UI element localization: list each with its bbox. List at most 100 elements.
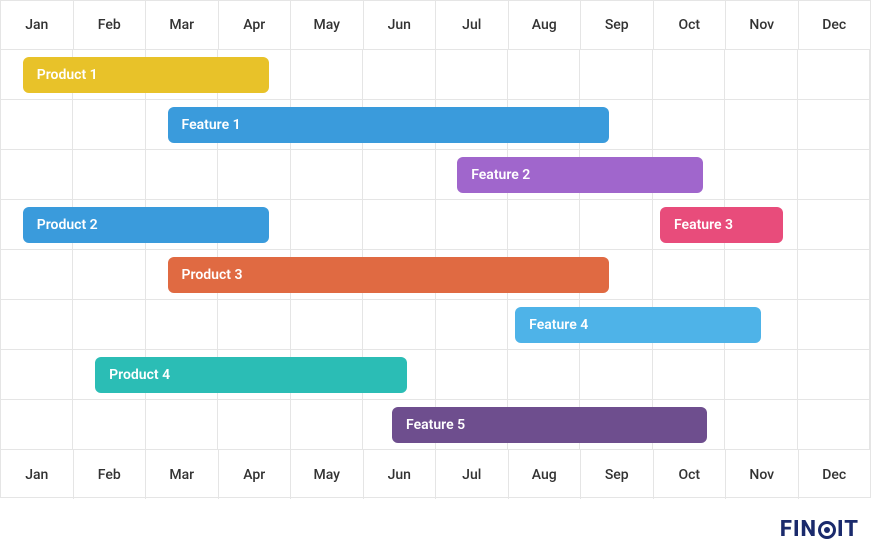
grid-cell [798, 300, 870, 350]
gantt-bar: Feature 5 [392, 407, 707, 443]
month-footer-cell: Oct [654, 450, 727, 499]
month-header-cell: Apr [219, 1, 292, 50]
gantt-row: Product 4 [1, 350, 870, 400]
month-header-cell: Mar [146, 1, 219, 50]
grid-cell [291, 150, 363, 200]
month-header-cell: May [291, 1, 364, 50]
gantt-row: Feature 4 [1, 300, 870, 350]
grid-cell [218, 300, 290, 350]
grid-cell [580, 200, 652, 250]
grid-cell [798, 400, 870, 450]
grid-cell [436, 200, 508, 250]
grid-cell [1, 250, 73, 300]
month-footer-row: JanFebMarAprMayJunJulAugSepOctNovDec [1, 450, 870, 499]
grid-cell [73, 100, 145, 150]
grid-cell [798, 250, 870, 300]
gantt-row: Feature 2 [1, 150, 870, 200]
gantt-bar-label: Feature 5 [406, 417, 465, 433]
gantt-bar: Feature 3 [660, 207, 783, 243]
grid-cell [798, 350, 870, 400]
month-header-cell: Dec [799, 1, 871, 50]
grid-cell [291, 300, 363, 350]
gantt-bar: Product 2 [23, 207, 269, 243]
grid-cell [725, 50, 797, 100]
month-header-cell: Jan [1, 1, 74, 50]
month-footer-cell: Jan [1, 450, 74, 499]
grid-cell [436, 50, 508, 100]
gantt-bar: Product 3 [168, 257, 610, 293]
grid-cell [653, 100, 725, 150]
grid-cell [146, 400, 218, 450]
gantt-bar-label: Product 2 [37, 217, 98, 233]
grid-cell [725, 100, 797, 150]
grid-cell [73, 300, 145, 350]
gantt-bar-label: Product 1 [37, 67, 98, 83]
month-header-cell: Jun [364, 1, 437, 50]
grid-cell [218, 400, 290, 450]
grid-cell [73, 400, 145, 450]
grid-cell [798, 100, 870, 150]
grid-cell [73, 150, 145, 200]
grid-cell [508, 200, 580, 250]
grid-cell [1, 100, 73, 150]
gantt-bar-label: Feature 2 [471, 167, 530, 183]
month-header-cell: Sep [581, 1, 654, 50]
grid-cell [363, 200, 435, 250]
grid-cell [436, 350, 508, 400]
grid-cell [508, 50, 580, 100]
grid-cell [580, 50, 652, 100]
grid-cell [146, 300, 218, 350]
grid-cell [725, 250, 797, 300]
grid-cell [73, 250, 145, 300]
gantt-bar: Product 1 [23, 57, 269, 93]
grid-cell [291, 50, 363, 100]
month-footer-cell: Jul [436, 450, 509, 499]
grid-cell [653, 350, 725, 400]
month-footer-cell: Apr [219, 450, 292, 499]
grid-cell [798, 150, 870, 200]
brand-logo-icon [818, 521, 836, 539]
month-footer-cell: Mar [146, 450, 219, 499]
brand-logo: FIN IT [780, 517, 859, 542]
gantt-bar-label: Feature 1 [182, 117, 241, 133]
grid-cell [798, 50, 870, 100]
gantt-bar: Feature 2 [457, 157, 703, 193]
grid-cell [146, 150, 218, 200]
grid-cell [218, 150, 290, 200]
grid-cell [1, 350, 73, 400]
gantt-bar-label: Feature 4 [529, 317, 588, 333]
month-footer-cell: Feb [74, 450, 147, 499]
brand-logo-post: IT [837, 517, 859, 542]
grid-cell [363, 300, 435, 350]
month-header-cell: Feb [74, 1, 147, 50]
gantt-row: Product 2 Feature 3 [1, 200, 870, 250]
grid-cell [580, 350, 652, 400]
grid-cell [436, 300, 508, 350]
grid-cell [653, 50, 725, 100]
gantt-bar: Feature 1 [168, 107, 610, 143]
brand-logo-pre: FIN [780, 517, 817, 542]
gantt-row: Product 3 [1, 250, 870, 300]
month-footer-cell: Sep [581, 450, 654, 499]
grid-cell [363, 150, 435, 200]
grid-cell [798, 200, 870, 250]
grid-cell [1, 400, 73, 450]
month-footer-cell: Aug [509, 450, 582, 499]
month-header-cell: Nov [726, 1, 799, 50]
gantt-rows: Product 1 Feature 1 Feature 2 Product 2 Feat… [1, 50, 870, 450]
grid-cell [363, 50, 435, 100]
grid-cell [291, 200, 363, 250]
gantt-bar-label: Feature 3 [674, 217, 733, 233]
grid-cell [653, 250, 725, 300]
grid-cell [725, 400, 797, 450]
month-footer-cell: Dec [799, 450, 871, 499]
gantt-bar-label: Product 4 [109, 367, 170, 383]
month-footer-cell: May [291, 450, 364, 499]
grid-cell [1, 150, 73, 200]
gantt-row: Product 1 [1, 50, 870, 100]
grid-cell [291, 400, 363, 450]
month-header-cell: Jul [436, 1, 509, 50]
month-footer-cell: Nov [726, 450, 799, 499]
month-footer-cell: Jun [364, 450, 437, 499]
month-header-row: JanFebMarAprMayJunJulAugSepOctNovDec [1, 1, 870, 50]
